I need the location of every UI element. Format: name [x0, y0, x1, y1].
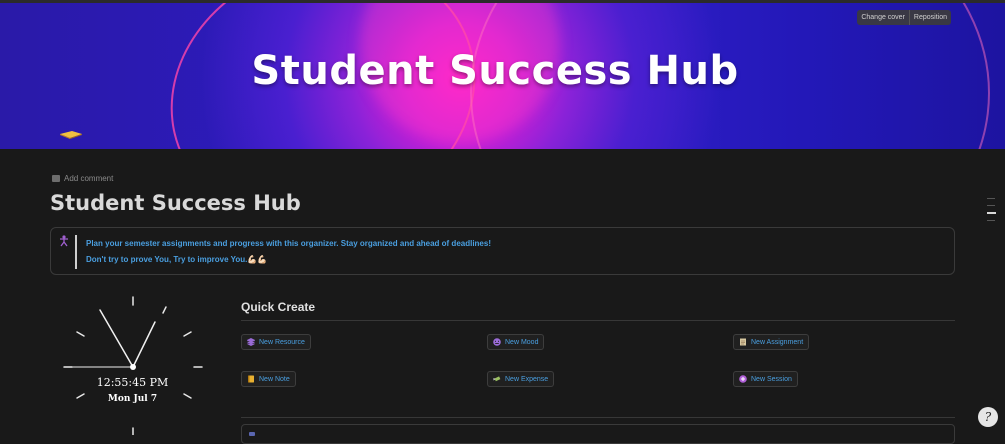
cover-controls: Change cover Reposition: [857, 10, 951, 25]
book-icon[interactable]: [58, 130, 84, 139]
new-expense-button[interactable]: New Expense: [487, 371, 555, 387]
clock-date: Mon Jul 7: [107, 394, 158, 404]
add-comment-label: Add comment: [64, 174, 114, 183]
clock-time: 12:55:45 PM: [96, 376, 169, 389]
add-comment-button[interactable]: Add comment: [52, 174, 113, 183]
clock-face: [63, 296, 203, 435]
cover-title: Student Success Hub: [251, 48, 739, 94]
quote-bar: [75, 235, 77, 269]
new-resource-button[interactable]: New Resource: [241, 334, 311, 350]
comment-icon: [52, 175, 60, 182]
new-note-button[interactable]: New Note: [241, 371, 296, 387]
layers-icon: [247, 338, 255, 346]
divider: [241, 417, 955, 418]
callout-text-line: Plan your semester assignments and progr…: [86, 239, 491, 248]
callout-block[interactable]: Plan your semester assignments and progr…: [50, 227, 955, 275]
new-mood-button[interactable]: New Mood: [487, 334, 545, 350]
button-label: New Assignment: [751, 338, 804, 346]
smiley-icon: [493, 338, 501, 346]
button-label: New Session: [751, 375, 792, 383]
button-label: New Resource: [259, 338, 305, 346]
outline-mark[interactable]: [987, 220, 995, 221]
new-assignment-button[interactable]: New Assignment: [733, 334, 810, 350]
outline-mark-active[interactable]: [987, 212, 996, 214]
button-label: New Note: [259, 375, 290, 383]
button-label: New Expense: [505, 375, 549, 383]
change-cover-button[interactable]: Change cover: [857, 10, 909, 25]
outline-mark[interactable]: [987, 205, 995, 206]
quick-create-heading: Quick Create: [241, 300, 316, 314]
page-title[interactable]: Student Success Hub: [50, 191, 301, 215]
reposition-button[interactable]: Reposition: [908, 10, 951, 25]
plus-circle-icon: [739, 375, 747, 383]
notebook-icon: [248, 375, 254, 383]
card-icon: [249, 432, 255, 436]
clock-widget: 12:55:45 PM Mon Jul 7: [55, 288, 210, 435]
new-session-button[interactable]: New Session: [733, 371, 798, 387]
person-pose-icon: [60, 235, 68, 247]
page-outline[interactable]: [987, 198, 997, 227]
page-cover: Student Success Hub Change cover Reposit…: [0, 3, 1005, 149]
outline-mark[interactable]: [987, 198, 995, 199]
money-wings-icon: [493, 376, 501, 382]
divider: [241, 320, 955, 321]
content-card[interactable]: [241, 424, 955, 444]
callout-text-line: Don't try to prove You, Try to improve Y…: [86, 255, 268, 264]
button-label: New Mood: [505, 338, 539, 346]
help-button[interactable]: ?: [978, 407, 998, 427]
notepad-icon: [740, 338, 746, 346]
